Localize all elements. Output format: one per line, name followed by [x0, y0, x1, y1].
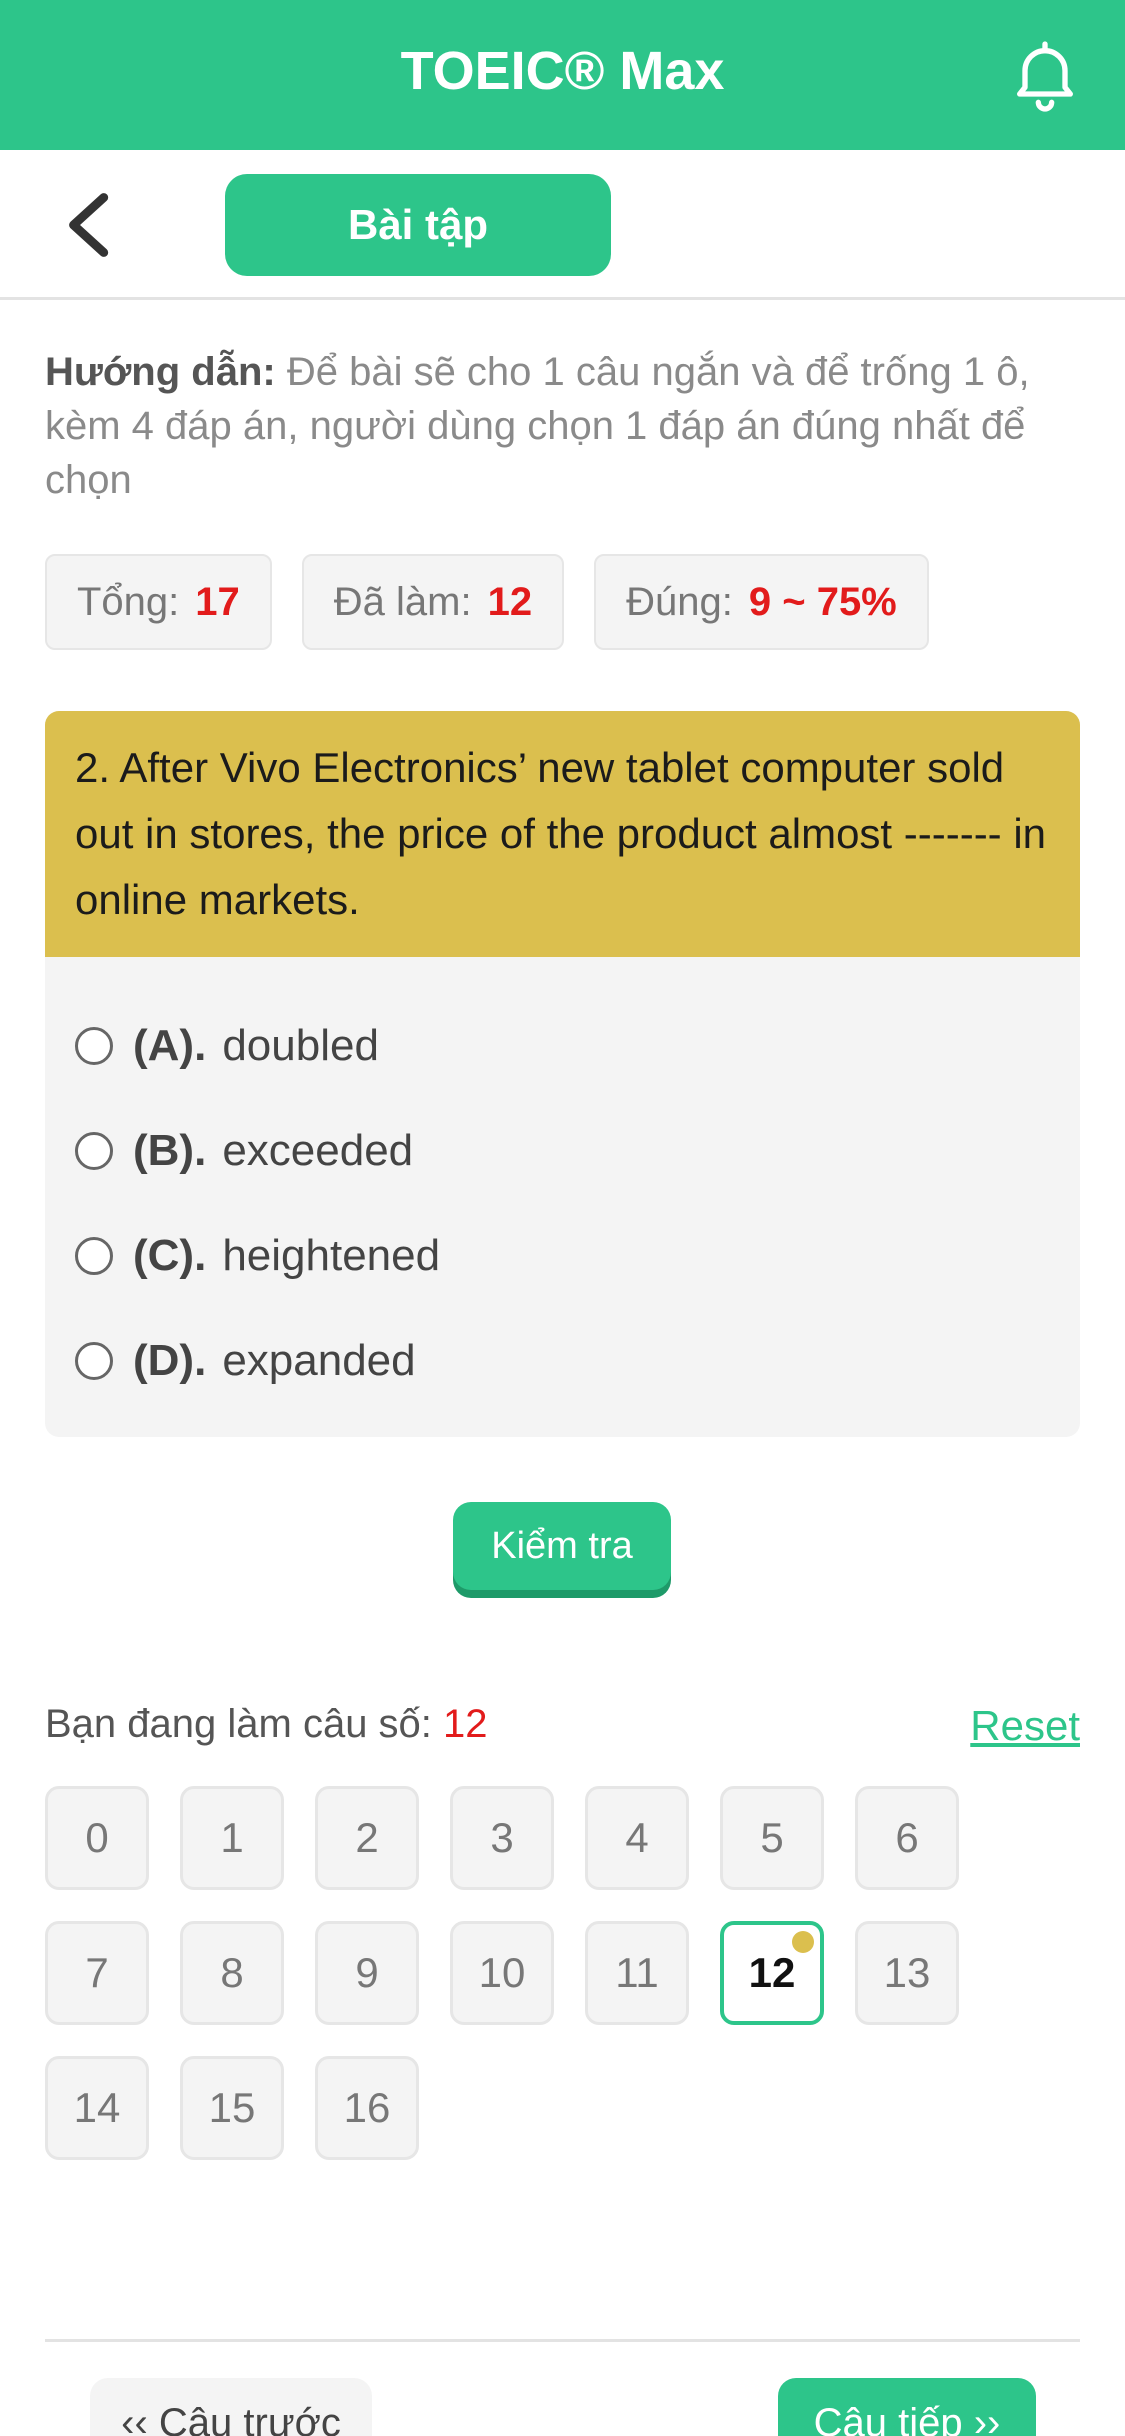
option-d-text: expanded — [222, 1335, 416, 1385]
stat-total-value: 17 — [195, 579, 240, 624]
chevron-left-icon[interactable] — [60, 192, 120, 258]
prev-question-button[interactable]: ‹‹ Câu trước — [90, 2378, 372, 2436]
question-number[interactable]: 8 — [180, 1921, 284, 2025]
stat-done-value: 12 — [487, 579, 533, 624]
option-c-text: heightened — [222, 1230, 441, 1280]
option-d-letter: (D). — [133, 1335, 207, 1385]
stat-done: Đã làm: 12 — [301, 554, 565, 650]
progress-label: Bạn đang làm câu số: 12 — [45, 1702, 488, 1747]
question-number[interactable]: 14 — [45, 2056, 149, 2160]
stat-total-label: Tổng: — [77, 579, 180, 624]
stat-correct-value: 9 ~ 75% — [748, 579, 897, 624]
instruction: Hướng dẫn: Để bài sẽ cho 1 câu ngắn và đ… — [45, 345, 1085, 507]
stats-bar: Tổng: 17 Đã làm: 12 Đúng: 9 ~ 75% — [45, 554, 929, 650]
answer-options: (A). doubled (B). exceeded (C). heighten… — [45, 957, 1080, 1413]
divider — [45, 2339, 1080, 2342]
question-number[interactable]: 1 — [180, 1786, 284, 1890]
question-number[interactable]: 6 — [855, 1786, 959, 1890]
bell-icon[interactable] — [1005, 34, 1085, 114]
option-a-text: doubled — [222, 1020, 379, 1070]
question-card: 2. After Vivo Electronics’ new tablet co… — [45, 711, 1080, 1437]
option-d[interactable]: (D). expanded — [45, 1308, 1080, 1413]
question-number[interactable]: 0 — [45, 1786, 149, 1890]
question-number[interactable]: 16 — [315, 2056, 419, 2160]
progress-current: 12 — [443, 1702, 488, 1746]
progress-text: Bạn đang làm câu số: — [45, 1702, 432, 1746]
question-number[interactable]: 15 — [180, 2056, 284, 2160]
question-number[interactable]: 9 — [315, 1921, 419, 2025]
stat-correct-label: Đúng: — [626, 579, 733, 624]
option-b[interactable]: (B). exceeded — [45, 1098, 1080, 1203]
question-number[interactable]: 13 — [855, 1921, 959, 2025]
app-title: TOEIC® Max — [400, 41, 725, 101]
radio-a[interactable] — [75, 1026, 113, 1065]
option-b-text: exceeded — [222, 1125, 414, 1175]
question-number[interactable]: 5 — [720, 1786, 824, 1890]
instruction-label: Hướng dẫn: — [45, 350, 276, 394]
tab-bai-tap[interactable]: Bài tập — [225, 174, 611, 276]
option-a-letter: (A). — [133, 1020, 207, 1070]
question-text: 2. After Vivo Electronics’ new tablet co… — [45, 711, 1080, 957]
option-c-letter: (C). — [133, 1230, 207, 1280]
stat-done-label: Đã làm: — [333, 579, 472, 624]
sub-header: Bài tập — [0, 150, 1125, 300]
next-question-button[interactable]: Câu tiếp ›› — [778, 2378, 1036, 2436]
option-b-letter: (B). — [133, 1125, 207, 1175]
question-number[interactable]: 4 — [585, 1786, 689, 1890]
radio-c[interactable] — [75, 1236, 113, 1275]
question-number[interactable]: 7 — [45, 1921, 149, 2025]
option-c[interactable]: (C). heightened — [45, 1203, 1080, 1308]
stat-total: Tổng: 17 — [45, 554, 272, 650]
check-button[interactable]: Kiểm tra — [453, 1502, 671, 1590]
radio-d[interactable] — [75, 1341, 113, 1380]
question-number[interactable]: 2 — [315, 1786, 419, 1890]
question-number[interactable]: 11 — [585, 1921, 689, 2025]
app-bar: TOEIC® Max — [0, 0, 1125, 150]
stat-correct: Đúng: 9 ~ 75% — [594, 554, 929, 650]
reset-link[interactable]: Reset — [970, 1702, 1080, 1750]
option-a[interactable]: (A). doubled — [45, 993, 1080, 1098]
question-grid: 0 1 2 3 4 5 6 7 8 9 10 11 12 13 14 15 16 — [45, 1786, 1045, 2160]
question-number[interactable]: 3 — [450, 1786, 554, 1890]
radio-b[interactable] — [75, 1131, 113, 1170]
question-number[interactable]: 10 — [450, 1921, 554, 2025]
question-number-current[interactable]: 12 — [720, 1921, 824, 2025]
